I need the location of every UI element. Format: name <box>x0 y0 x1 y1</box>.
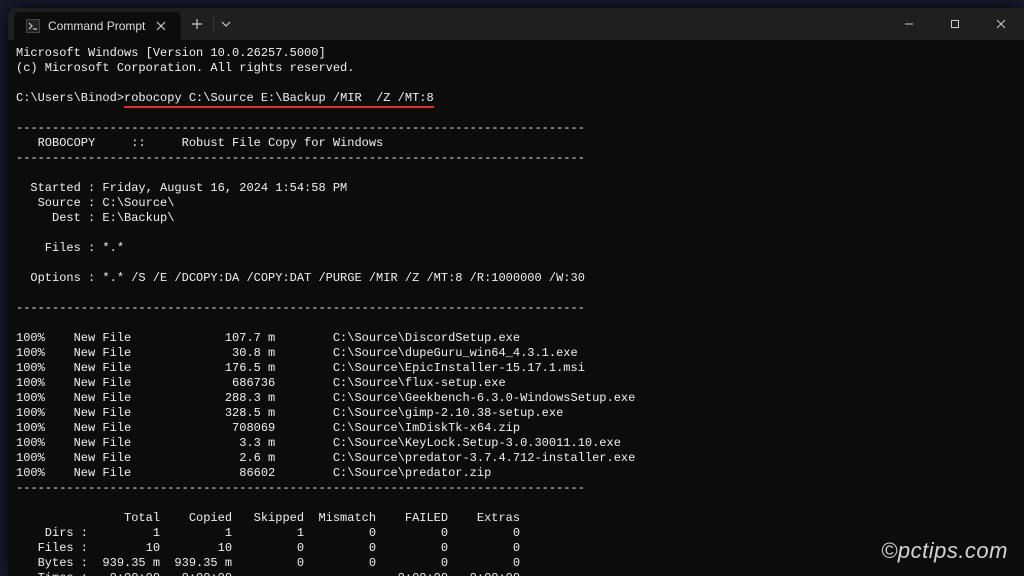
info-options: Options : *.* /S /E /DCOPY:DA /COPY:DAT … <box>16 271 585 285</box>
divider: ----------------------------------------… <box>16 151 585 165</box>
maximize-button[interactable] <box>932 8 978 40</box>
header-line-1: Microsoft Windows [Version 10.0.26257.50… <box>16 46 326 60</box>
divider: ----------------------------------------… <box>16 301 585 315</box>
new-tab-button[interactable] <box>181 8 213 40</box>
info-files: Files : *.* <box>16 241 124 255</box>
info-started: Started : Friday, August 16, 2024 1:54:5… <box>16 181 347 195</box>
summary-bytes: Bytes : 939.35 m 939.35 m 0 0 0 0 <box>16 556 520 570</box>
prompt-command: robocopy C:\Source E:\Backup /MIR /Z /MT… <box>124 91 434 108</box>
header-line-2: (c) Microsoft Corporation. All rights re… <box>16 61 354 75</box>
minimize-button[interactable] <box>886 8 932 40</box>
close-window-button[interactable] <box>978 8 1024 40</box>
file-rows: 100% New File 107.7 m C:\Source\DiscordS… <box>16 331 635 480</box>
info-source: Source : C:\Source\ <box>16 196 174 210</box>
titlebar: Command Prompt <box>8 8 1024 40</box>
window-controls <box>886 8 1024 40</box>
cmd-icon <box>26 19 40 33</box>
summary-dirs: Dirs : 1 1 1 0 0 0 <box>16 526 520 540</box>
tab-close-button[interactable] <box>153 18 169 34</box>
terminal-window: Command Prompt Microsoft Windows [Versio… <box>8 8 1024 576</box>
tab-dropdown-button[interactable] <box>213 16 237 32</box>
tab-title: Command Prompt <box>48 19 145 33</box>
prompt-path: C:\Users\Binod> <box>16 91 124 105</box>
divider: ----------------------------------------… <box>16 121 585 135</box>
summary-times: Times : 0:00:00 0:00:00 0:00:00 0:00:00 <box>16 571 520 576</box>
summary-files: Files : 10 10 0 0 0 0 <box>16 541 520 555</box>
terminal-output[interactable]: Microsoft Windows [Version 10.0.26257.50… <box>8 40 1024 576</box>
tab-command-prompt[interactable]: Command Prompt <box>14 12 181 40</box>
info-dest: Dest : E:\Backup\ <box>16 211 174 225</box>
robocopy-banner: ROBOCOPY :: Robust File Copy for Windows <box>16 136 383 150</box>
summary-header: Total Copied Skipped Mismatch FAILED Ext… <box>16 511 520 525</box>
divider: ----------------------------------------… <box>16 481 585 495</box>
